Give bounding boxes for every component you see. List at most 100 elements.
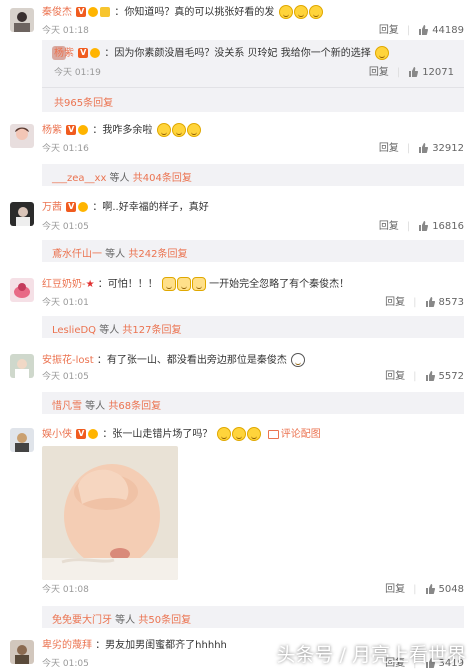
nested-reply-line: 杨紫 V ：因为你素颜没眉毛吗？没关系 贝玲妃 我给你一个新的选择 [54, 46, 389, 61]
replies-count-link[interactable]: 共50条回复 [138, 615, 191, 626]
replies-count-link[interactable]: 共68条回复 [108, 401, 161, 412]
replies-count-link[interactable]: 共127条回复 [122, 325, 181, 336]
username-link[interactable]: 卑劣的蔑拜 [42, 640, 92, 651]
action-divider: | [413, 297, 417, 308]
like-button[interactable]: 44189 [418, 25, 464, 37]
smile-emoji-icon [171, 123, 186, 137]
comment-item: 娱小侠 V ：张一山走错片场了吗？ 评论配图 今天 01:08 回复 | 5048 … [0, 422, 474, 634]
timestamp: 今天 01:01 [42, 298, 89, 308]
smile-emoji-icon [293, 5, 308, 19]
vip-badge-icon: V [76, 7, 87, 17]
timestamp: 今天 01:08 [42, 585, 89, 595]
replies-count-link[interactable]: 共404条回复 [133, 173, 192, 184]
action-divider: | [396, 67, 401, 78]
reply-button[interactable]: 回复 [385, 297, 405, 309]
replies-mid: 等人 [82, 401, 109, 412]
timestamp: 今天 01:05 [42, 372, 89, 382]
replies-summary[interactable]: ___zea__xx 等人 共404条回复 [42, 164, 464, 186]
reply-button[interactable]: 回复 [379, 25, 399, 37]
like-count: 12071 [422, 67, 454, 78]
comment-text: ：有了张一山、都没看出旁边那位是秦俊杰 [96, 355, 287, 366]
timestamp: 今天 01:05 [42, 659, 89, 669]
comment-text: ：你知道吗？真的可以挑张好看的发 [114, 7, 275, 18]
avatar[interactable] [10, 278, 34, 302]
avatar[interactable] [10, 124, 34, 148]
like-button[interactable]: 5048 [425, 584, 464, 596]
like-button[interactable]: 32912 [418, 143, 464, 155]
like-count: 16816 [432, 221, 464, 232]
like-button[interactable]: 16816 [418, 221, 464, 233]
replies-user[interactable]: LeslieDQ [52, 325, 96, 336]
comment-picture-link[interactable]: 评论配图 [281, 429, 321, 440]
username-link[interactable]: 杨紫 [42, 125, 62, 136]
replies-user[interactable]: 鳶水仟山一 [52, 249, 102, 260]
smile-emoji-icon [278, 5, 293, 19]
avatar[interactable] [10, 428, 34, 452]
like-button[interactable]: 12071 [408, 67, 454, 79]
sun-badge-icon [78, 125, 89, 135]
reply-button[interactable]: 回复 [369, 67, 389, 79]
sun-badge-icon [78, 202, 89, 212]
like-count: 32912 [432, 143, 464, 154]
cat-emoji-icon [176, 277, 191, 291]
username-link[interactable]: 秦俊杰 [42, 7, 72, 18]
avatar[interactable] [10, 202, 34, 226]
reply-button[interactable]: 回复 [379, 143, 399, 155]
comment-text: ：男友加男闺蜜都齐了hhhhh [95, 640, 227, 651]
comment-actions: 回复 | 5048 [385, 584, 464, 596]
replies-summary[interactable]: 免免要大门牙 等人 共50条回复 [42, 606, 464, 628]
more-replies-link[interactable]: 共965条回复 [54, 94, 113, 109]
username-link[interactable]: 杨紫 [54, 48, 74, 59]
comment-item: 万茜 V ：啊..好幸福的样子，真好 今天 01:05 回复 | 16816 鳶水仟… [0, 196, 474, 266]
comment-text: ：我咋多余啦 [92, 125, 153, 136]
thumb-up-icon [419, 221, 429, 231]
replies-summary[interactable]: 惜凡雪 等人 共68条回复 [42, 392, 464, 414]
username-link[interactable]: 万茜 [42, 202, 62, 213]
reply-actions: 回复 | 12071 [369, 67, 454, 79]
reply-button[interactable]: 回复 [385, 371, 405, 383]
timestamp: 今天 01:16 [42, 144, 89, 154]
reply-text: ：因为你素颜没眉毛吗？没关系 贝玲妃 我给你一个新的选择 [104, 48, 371, 59]
replies-summary[interactable]: 鳶水仟山一 等人 共242条回复 [42, 240, 464, 262]
replies-summary[interactable]: LeslieDQ 等人 共127条回复 [42, 316, 464, 338]
avatar[interactable] [10, 8, 34, 32]
replies-count-link[interactable]: 共242条回复 [128, 249, 187, 260]
timestamp: 今天 01:18 [42, 26, 89, 36]
avatar[interactable] [10, 640, 34, 664]
reply-button[interactable]: 回复 [385, 584, 405, 596]
comment-text-cont: 一开始完全忽略了有个秦俊杰！ [209, 279, 350, 290]
username-link[interactable]: 娱小侠 [42, 429, 72, 440]
like-button[interactable]: 5572 [425, 371, 464, 383]
replies-user[interactable]: 免免要大门牙 [52, 615, 112, 626]
action-divider: | [406, 25, 411, 36]
username-link[interactable]: 安振花-lost [42, 355, 94, 366]
comment-line: 安振花-lost ：有了张一山、都没看出旁边那位是秦俊杰 [42, 353, 306, 368]
nested-reply-box: 杨紫 V ：因为你素颜没眉毛吗？没关系 贝玲妃 我给你一个新的选择 今天 01:… [42, 40, 464, 112]
reply-button[interactable]: 回复 [379, 221, 399, 233]
sun-badge-icon [88, 429, 99, 439]
like-button[interactable]: 8573 [425, 297, 464, 309]
comment-text: ：张一山走错片场了吗？ [102, 429, 213, 440]
timestamp: 今天 01:19 [54, 68, 101, 78]
smile-emoji-icon [156, 123, 171, 137]
comment-feed: 秦俊杰 V ：你知道吗？真的可以挑张好看的发 今天 01:18 回复 | 44189… [0, 0, 474, 671]
cat-emoji-icon [161, 277, 176, 291]
comment-text: ：可怕！！！ [97, 279, 158, 290]
thumb-up-icon [425, 371, 435, 381]
replies-user[interactable]: 惜凡雪 [52, 401, 82, 412]
like-count: 8573 [438, 297, 464, 308]
like-count: 5048 [438, 584, 464, 595]
comment-text: ：啊..好幸福的样子，真好 [92, 202, 209, 213]
comment-item: 安振花-lost ：有了张一山、都没看出旁边那位是秦俊杰 今天 01:05 回复… [0, 348, 474, 422]
action-divider: | [406, 221, 411, 232]
replies-user[interactable]: ___zea__xx [52, 173, 106, 184]
vip-badge-icon: V [66, 202, 77, 212]
avatar[interactable] [10, 354, 34, 378]
watermark: 头条号 / 月亮上看世界 [276, 644, 466, 666]
cat-emoji-icon [191, 277, 206, 291]
replies-mid: 等人 [106, 173, 133, 184]
vip-badge-icon: V [78, 48, 89, 58]
comment-photo[interactable] [42, 446, 178, 580]
smile-emoji-icon [186, 123, 201, 137]
username-link[interactable]: 红豆奶奶- [42, 279, 86, 290]
